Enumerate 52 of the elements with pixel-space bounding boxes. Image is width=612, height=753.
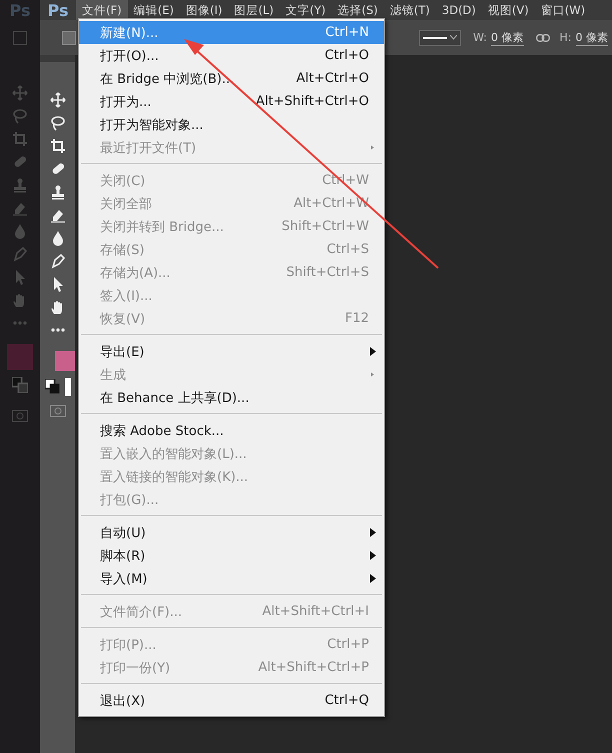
tool-preset-icon[interactable] — [62, 30, 76, 44]
height-field[interactable]: 0 像素 — [576, 30, 608, 46]
more-icon[interactable] — [50, 328, 66, 332]
menu-bar-item[interactable]: 窗口(W) — [534, 0, 592, 20]
move-icon[interactable] — [50, 92, 66, 108]
menu-item[interactable]: 打开为... Alt+Shift+Ctrl+O — [79, 90, 384, 113]
menu-bar-item[interactable]: 3D(D) — [436, 0, 482, 20]
menu-item[interactable]: 打开(O)... Ctrl+O — [79, 44, 384, 67]
link-icon[interactable] — [536, 34, 550, 42]
menu-bar-item[interactable]: 视图(V) — [482, 0, 535, 20]
drop-icon — [12, 223, 28, 239]
lasso-icon — [12, 108, 28, 124]
swap-colors-icon[interactable] — [44, 379, 60, 395]
crop-icon — [12, 131, 28, 147]
menu-item[interactable]: 导入(M) — [79, 567, 384, 590]
stroke-style-dropdown[interactable] — [419, 30, 462, 46]
height-label: H: — [560, 31, 572, 44]
menu-bar-item[interactable]: 选择(S) — [332, 0, 384, 20]
menu-item[interactable]: 打开为智能对象... — [79, 113, 384, 136]
width-label: W: — [473, 31, 488, 44]
menu-item[interactable]: 搜索 Adobe Stock... — [79, 419, 384, 442]
more-icon — [12, 321, 28, 325]
app-logo: Ps — [0, 0, 40, 20]
width-field[interactable]: 0 像素 — [491, 30, 524, 46]
menu-bar-item[interactable]: 图层(L) — [228, 0, 280, 20]
eraser-icon[interactable] — [50, 207, 66, 223]
pen-icon — [12, 246, 28, 262]
tool-preset-icon — [13, 30, 27, 44]
menu-bar-item[interactable]: 图像(I) — [180, 0, 228, 20]
quick-mask-icon — [12, 408, 28, 424]
move-icon — [12, 85, 28, 101]
foreground-color-swatch[interactable] — [55, 351, 75, 371]
stamp-icon[interactable] — [50, 184, 66, 200]
eraser-icon — [12, 200, 28, 216]
menu-bar-item[interactable]: 编辑(E) — [128, 0, 180, 20]
menu-bar-item[interactable]: 滤镜(T) — [384, 0, 436, 20]
menu-item[interactable]: 脚本(R) — [79, 544, 384, 567]
menu-item[interactable]: 退出(X) Ctrl+Q — [79, 689, 384, 712]
menu-item[interactable]: 在 Behance 上共享(D)... — [79, 386, 384, 409]
pen-icon[interactable] — [50, 253, 66, 269]
app-logo: Ps — [46, 0, 70, 20]
menu-bar-item[interactable]: 文字(Y) — [280, 0, 332, 20]
stamp-icon — [12, 177, 28, 193]
swap-colors-icon — [12, 377, 28, 393]
menu-bar-item[interactable]: 文件(F) — [76, 0, 128, 20]
menu-item[interactable]: 自动(U) — [79, 521, 384, 544]
crop-icon[interactable] — [50, 138, 66, 154]
background-color-swatch[interactable] — [64, 378, 70, 396]
menu-item[interactable]: 导出(E) — [79, 340, 384, 363]
caret-icon — [450, 35, 458, 40]
foreground-color-swatch — [7, 344, 33, 370]
lasso-icon[interactable] — [50, 115, 66, 131]
